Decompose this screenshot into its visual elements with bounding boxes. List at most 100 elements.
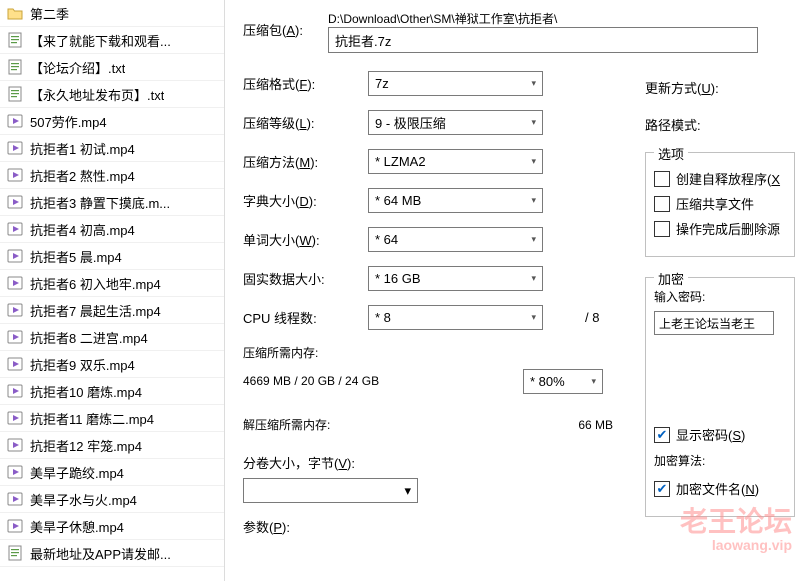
file-item-label: 抗拒者6 初入地牢.mp4 [30,274,161,293]
delete-checkbox[interactable] [654,221,670,237]
file-item[interactable]: 抗拒者12 牢笼.mp4 [0,432,224,459]
video-icon [6,436,24,454]
threads-label: CPU 线程数: [243,308,368,327]
chevron-down-icon: ▾ [531,273,536,284]
word-select[interactable]: * 64▾ [368,227,543,252]
password-label: 输入密码: [654,288,786,305]
path-mode-label: 路径模式: [645,115,800,134]
mem-compress-value: 4669 MB / 20 GB / 24 GB [243,372,428,391]
file-item[interactable]: 抗拒者1 初试.mp4 [0,135,224,162]
txt-icon [6,31,24,49]
file-item[interactable]: 抗拒者7 晨起生活.mp4 [0,297,224,324]
file-item[interactable]: 抗拒者4 初高.mp4 [0,216,224,243]
file-item[interactable]: 美旱子跪绞.mp4 [0,459,224,486]
method-label: 压缩方法(M): [243,152,368,171]
encryption-legend: 加密 [654,269,688,288]
encryption-group: 加密 输入密码: 显示密码(S) 加密算法: 加密文件名(N) [645,277,795,517]
txt-icon [6,58,24,76]
encrypt-filenames-label: 加密文件名(N) [676,479,759,498]
video-icon [6,139,24,157]
video-icon [6,463,24,481]
file-item-label: 最新地址及APP请发邮... [30,544,171,563]
delete-label: 操作完成后删除源 [676,219,780,238]
file-item-label: 【论坛介绍】.txt [30,58,125,77]
file-item[interactable]: 抗拒者3 静置下摸底.m... [0,189,224,216]
level-select[interactable]: 9 - 极限压缩▾ [368,110,543,135]
dictionary-select[interactable]: * 64 MB▾ [368,188,543,213]
update-mode-label: 更新方式(U): [645,78,800,97]
file-item[interactable]: 【论坛介绍】.txt [0,54,224,81]
video-icon [6,517,24,535]
file-item[interactable]: 美旱子休憩.mp4 [0,513,224,540]
file-item[interactable]: 【来了就能下载和观看... [0,27,224,54]
file-item[interactable]: 最新地址及APP请发邮... [0,540,224,567]
level-label: 压缩等级(L): [243,113,368,132]
archive-name-input[interactable] [328,27,758,53]
chevron-down-icon: ▾ [531,312,536,323]
sfx-label: 创建自释放程序(X [676,169,780,188]
video-icon [6,355,24,373]
show-password-label: 显示密码(S) [676,425,745,444]
method-select[interactable]: * LZMA2▾ [368,149,543,174]
encrypt-filenames-checkbox[interactable] [654,481,670,497]
solid-label: 固实数据大小: [243,269,368,288]
compress-dialog: 压缩包(A): D:\Download\Other\SM\禅狱工作室\抗拒者\ … [225,0,800,581]
file-item[interactable]: 抗拒者5 晨.mp4 [0,243,224,270]
threads-select[interactable]: * 8▾ [368,305,543,330]
file-item[interactable]: 美旱子水与火.mp4 [0,486,224,513]
file-item-label: 美旱子休憩.mp4 [30,517,124,536]
txt-icon [6,544,24,562]
mem-decompress-label: 解压缩所需内存: [243,416,543,433]
video-icon [6,274,24,292]
file-item[interactable]: 抗拒者8 二进宫.mp4 [0,324,224,351]
password-input[interactable] [654,311,774,335]
chevron-down-icon: ▾ [591,376,596,387]
chevron-down-icon: ▾ [404,483,411,499]
file-item-label: 抗拒者8 二进宫.mp4 [30,328,148,347]
mem-decompress-value: 66 MB [543,418,613,432]
word-label: 单词大小(W): [243,230,368,249]
file-item[interactable]: 507劳作.mp4 [0,108,224,135]
video-icon [6,301,24,319]
file-item-label: 【永久地址发布页】.txt [30,85,164,104]
txt-icon [6,85,24,103]
file-item-label: 抗拒者5 晨.mp4 [30,247,122,266]
folder-icon [6,4,24,22]
format-select[interactable]: 7z▾ [368,71,543,96]
file-item[interactable]: 抗拒者6 初入地牢.mp4 [0,270,224,297]
file-item[interactable]: 抗拒者10 磨炼.mp4 [0,378,224,405]
show-password-checkbox[interactable] [654,427,670,443]
file-item[interactable]: 第二季 [0,0,224,27]
solid-select[interactable]: * 16 GB▾ [368,266,543,291]
file-item-label: 抗拒者3 静置下摸底.m... [30,193,170,212]
video-icon [6,112,24,130]
file-item-label: 抗拒者12 牢笼.mp4 [30,436,142,455]
file-item-label: 抗拒者4 初高.mp4 [30,220,135,239]
file-item-label: 抗拒者11 磨炼二.mp4 [30,409,154,428]
file-item[interactable]: 抗拒者11 磨炼二.mp4 [0,405,224,432]
volume-combobox[interactable]: ▾ [243,478,418,503]
video-icon [6,247,24,265]
video-icon [6,409,24,427]
chevron-down-icon: ▾ [531,117,536,128]
file-item-label: 抗拒者2 熬性.mp4 [30,166,135,185]
mem-percent-select[interactable]: * 80%▾ [523,369,603,394]
video-icon [6,166,24,184]
chevron-down-icon: ▾ [531,195,536,206]
file-item[interactable]: 抗拒者9 双乐.mp4 [0,351,224,378]
sfx-checkbox[interactable] [654,171,670,187]
file-item-label: 抗拒者7 晨起生活.mp4 [30,301,161,320]
dictionary-label: 字典大小(D): [243,191,368,210]
file-item-label: 美旱子水与火.mp4 [30,490,137,509]
file-item[interactable]: 【永久地址发布页】.txt [0,81,224,108]
file-item-label: 第二季 [30,4,69,23]
file-item-label: 美旱子跪绞.mp4 [30,463,124,482]
video-icon [6,382,24,400]
format-label: 压缩格式(F): [243,74,368,93]
file-item[interactable]: 抗拒者2 熬性.mp4 [0,162,224,189]
file-item-label: 【来了就能下载和观看... [30,31,171,50]
archive-path: D:\Download\Other\SM\禅狱工作室\抗拒者\ [328,10,758,27]
video-icon [6,328,24,346]
options-legend: 选项 [654,144,688,163]
shared-checkbox[interactable] [654,196,670,212]
